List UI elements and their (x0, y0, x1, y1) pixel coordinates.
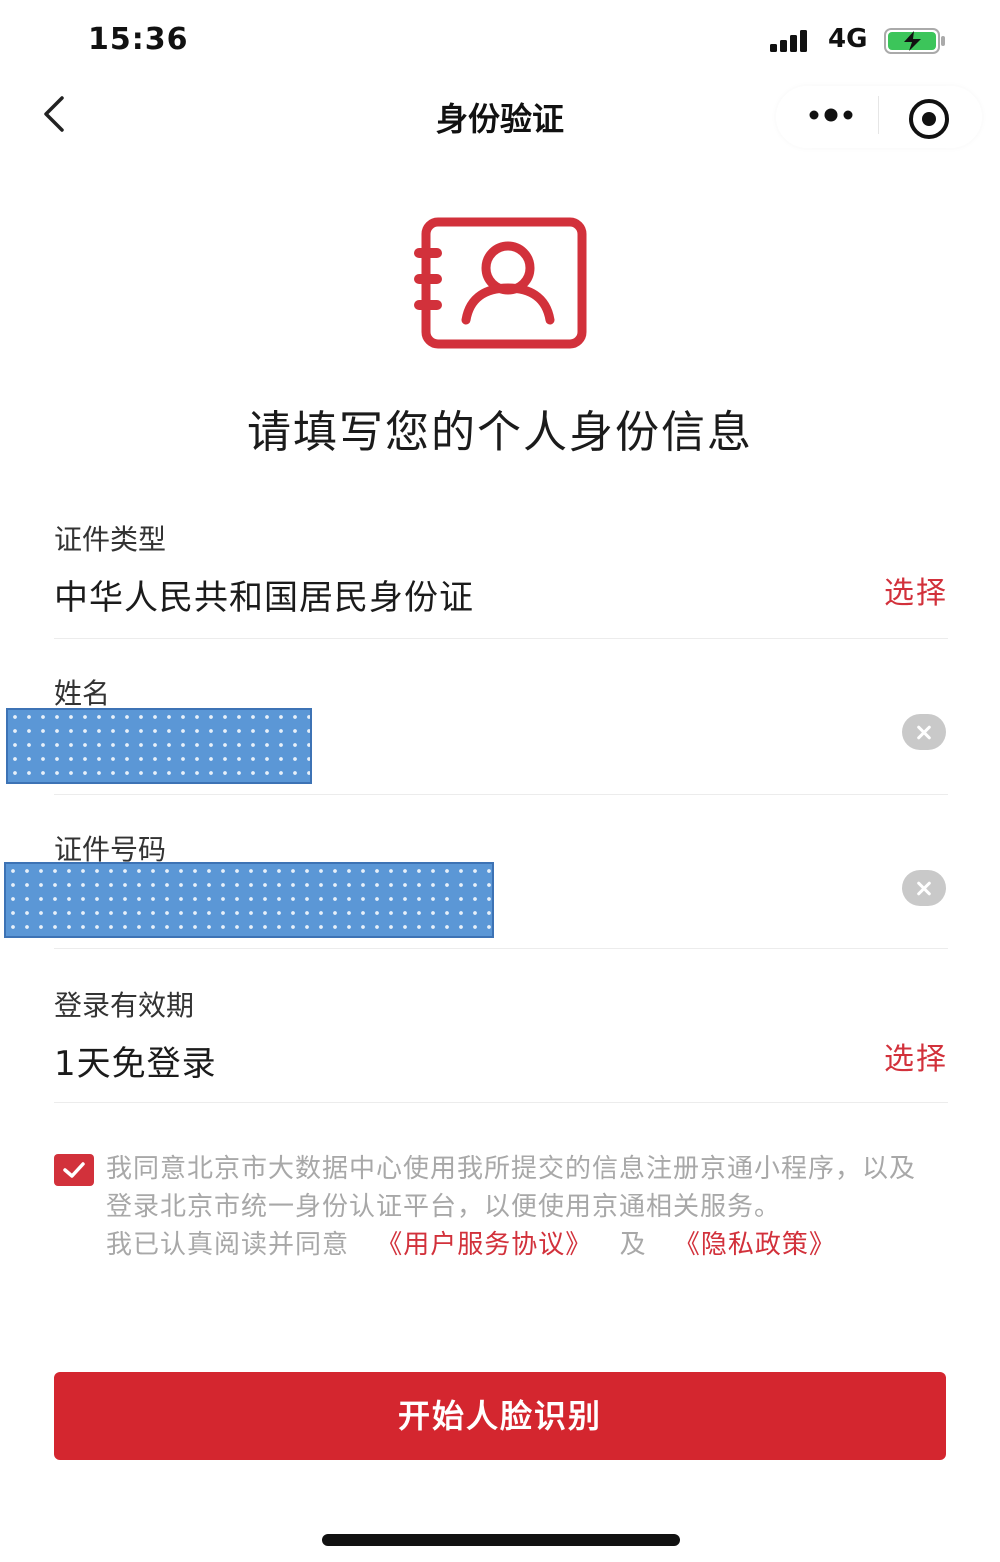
more-dots-icon[interactable] (806, 104, 856, 126)
start-face-recognition-button[interactable]: 开始人脸识别 (54, 1372, 946, 1460)
doc-type-select-button[interactable]: 选择 (884, 568, 948, 612)
status-time: 15:36 (88, 22, 189, 57)
user-agreement-link[interactable]: 《用户服务协议》 (376, 1230, 592, 1260)
privacy-policy-link[interactable]: 《隐私政策》 (674, 1230, 836, 1260)
divider (54, 794, 948, 795)
agreement-conjunction: 及 (619, 1230, 647, 1260)
target-circle-icon[interactable] (906, 96, 952, 142)
agreement-text-block: 我同意北京市大数据中心使用我所提交的信息注册京通小程序，以及登录北京市统一身份认… (106, 1150, 926, 1264)
agreement-text: 我同意北京市大数据中心使用我所提交的信息注册京通小程序，以及登录北京市统一身份认… (106, 1154, 917, 1222)
divider (54, 638, 948, 639)
validity-value: 1天免登录 (54, 1044, 217, 1084)
agreement-read-prefix: 我已认真阅读并同意 (106, 1230, 350, 1260)
name-field: 姓名 (54, 672, 948, 712)
network-type: 4G (828, 24, 868, 54)
battery-charging-icon (884, 28, 945, 54)
validity-label: 登录有效期 (54, 989, 195, 1022)
form-heading: 请填写您的个人身份信息 (247, 407, 753, 458)
name-label: 姓名 (54, 677, 111, 710)
capsule-divider (878, 96, 879, 134)
agreement-checkbox[interactable] (54, 1154, 94, 1186)
agreement-links: 我已认真阅读并同意 《用户服务协议》 及 《隐私政策》 (106, 1226, 926, 1264)
nav-bar: 身份验证 (0, 80, 1000, 152)
clear-circle-icon[interactable] (902, 870, 946, 906)
name-input-redacted[interactable] (6, 708, 312, 784)
cellular-signal-icon (770, 30, 807, 52)
checkmark-icon (63, 1162, 85, 1178)
home-indicator (322, 1534, 680, 1546)
clear-circle-icon[interactable] (902, 714, 946, 750)
id-card-person-icon (414, 217, 587, 349)
doc-type-label: 证件类型 (54, 523, 167, 556)
validity-select-button[interactable]: 选择 (884, 1034, 948, 1078)
id-number-input-redacted[interactable] (4, 862, 494, 938)
validity-field: 登录有效期 1天免登录 选择 (54, 984, 948, 1085)
doc-type-field: 证件类型 中华人民共和国居民身份证 选择 (54, 518, 948, 619)
divider (54, 1102, 948, 1103)
doc-type-value: 中华人民共和国居民身份证 (54, 578, 474, 618)
status-bar: 15:36 4G (0, 0, 1000, 80)
divider (54, 948, 948, 949)
